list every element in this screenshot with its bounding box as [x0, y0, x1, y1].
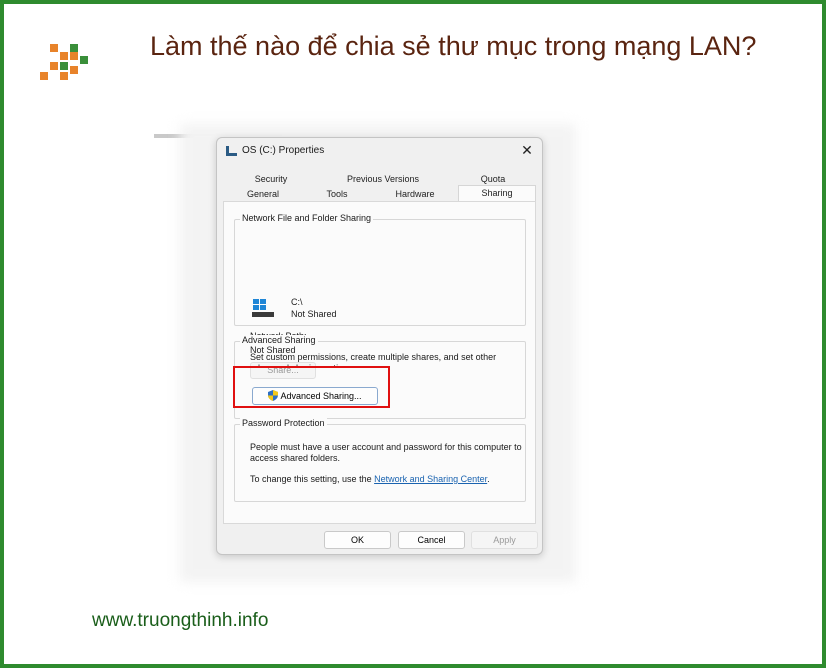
network-center-sentence: To change this setting, use the Network … — [250, 474, 530, 485]
ok-button[interactable]: OK — [324, 531, 391, 549]
change-setting-prefix: To change this setting, use the — [250, 474, 375, 484]
tab-hardware[interactable]: Hardware — [387, 187, 443, 202]
drive-properties-icon — [226, 146, 237, 156]
dialog-title: OS (C:) Properties — [242, 145, 325, 156]
footer-url: www.truongthinh.info — [92, 610, 269, 631]
cancel-button[interactable]: Cancel — [398, 531, 465, 549]
tab-security[interactable]: Security — [245, 172, 297, 187]
change-setting-suffix: . — [487, 474, 490, 484]
network-sharing-center-link[interactable]: Network and Sharing Center — [374, 474, 487, 484]
tab-tools[interactable]: Tools — [313, 187, 361, 202]
group-label: Password Protection — [240, 418, 327, 428]
tab-sharing[interactable]: Sharing — [458, 185, 536, 202]
drive-share-status: Not Shared — [291, 309, 337, 319]
drive-name: C:\ — [291, 297, 303, 307]
group-label: Advanced Sharing — [240, 335, 318, 345]
properties-dialog: OS (C:) Properties ✕ Security Previous V… — [216, 137, 543, 555]
tab-previous-versions[interactable]: Previous Versions — [335, 172, 431, 187]
dialog-titlebar: OS (C:) Properties ✕ — [217, 138, 542, 166]
tab-general[interactable]: General — [237, 187, 289, 202]
brand-logo — [40, 44, 88, 84]
close-icon[interactable]: ✕ — [519, 142, 535, 159]
group-label: Network File and Folder Sharing — [240, 213, 374, 223]
advanced-sharing-highlight — [233, 366, 390, 408]
network-sharing-group: Network File and Folder Sharing — [234, 213, 526, 326]
drive-icon — [252, 299, 274, 317]
password-protection-description: People must have a user account and pass… — [250, 442, 522, 463]
apply-button[interactable]: Apply — [471, 531, 538, 549]
page-title: Làm thế nào để chia sẻ thư mục trong mạn… — [150, 31, 757, 61]
sharing-panel: Network File and Folder Sharing C:\ Not … — [223, 201, 536, 524]
